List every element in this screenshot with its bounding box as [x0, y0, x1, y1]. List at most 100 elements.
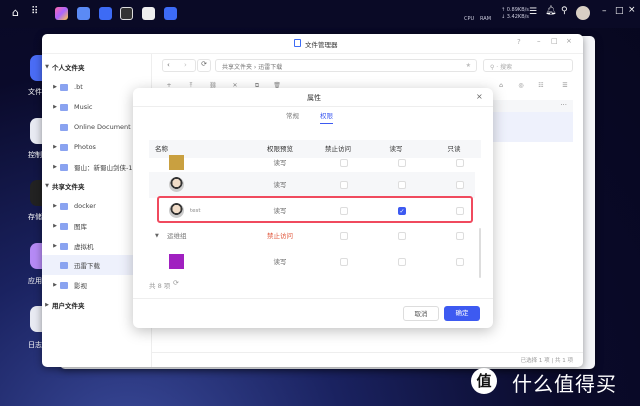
ro-checkbox[interactable] [456, 159, 464, 167]
folder-icon [60, 83, 68, 91]
share-icon[interactable]: ⌂ [494, 82, 508, 94]
ro-checkbox[interactable] [456, 232, 464, 240]
column-header: ··· [482, 100, 573, 112]
search-placeholder: 搜索 [500, 64, 513, 71]
storage-icon[interactable] [120, 7, 133, 20]
task-list-icon[interactable]: ☰ [529, 7, 537, 17]
sidebar-section-personal[interactable]: ▼ 个人文件夹 [42, 57, 152, 77]
dock-label: 文件 [28, 88, 42, 96]
dialog-close-button[interactable]: × [476, 92, 483, 101]
section-label: 共享文件夹 [52, 183, 85, 191]
permission-preview: 读写 [273, 181, 287, 189]
maximize-icon[interactable]: □ [615, 6, 624, 16]
item-label: 影视 [74, 282, 87, 290]
star-icon[interactable]: ★ [466, 62, 471, 69]
window-title: 文件管理器 [305, 41, 338, 49]
folder-icon [60, 163, 68, 171]
watermark-text: 什么值得买 [512, 372, 617, 396]
net-down: ↓ 3.42KB/s [501, 14, 529, 20]
item-label: Music [74, 103, 93, 111]
path-bar[interactable]: 共享文件夹 › 迅雷下载 ★ [215, 59, 477, 72]
user-row[interactable]: 读写 [149, 172, 475, 198]
highlight-box [157, 196, 473, 223]
folder-icon [60, 222, 68, 230]
avatar [169, 155, 184, 170]
expand-icon[interactable]: ▼ [155, 223, 159, 249]
rw-checkbox[interactable] [398, 258, 406, 266]
breadcrumb-item[interactable]: 迅雷下载 [258, 64, 282, 71]
tab-permissions[interactable]: 权限 [320, 110, 333, 124]
control-panel-icon[interactable] [142, 7, 155, 20]
sort-icon[interactable]: ☷ [534, 82, 548, 94]
group-row[interactable]: ▼ 运维组 禁止访问 [149, 223, 475, 249]
ram-gauge: RAM [480, 16, 492, 22]
close-button[interactable]: × [566, 37, 572, 45]
item-label: Photos [74, 143, 96, 151]
back-button[interactable]: ‹ [167, 61, 170, 69]
refresh-icon[interactable]: ⟳ [173, 279, 179, 287]
file-manager-icon[interactable] [99, 7, 112, 20]
dock-label: 存储 [28, 213, 42, 221]
maximize-button[interactable]: □ [551, 37, 558, 45]
section-label: 个人文件夹 [52, 64, 85, 72]
cpu-gauge: CPU [464, 16, 475, 22]
search-icon[interactable]: ⚲ [561, 6, 568, 16]
permission-preview: 禁止访问 [267, 232, 293, 240]
forward-button[interactable]: › [184, 61, 187, 69]
home-icon[interactable]: ⌂ [12, 6, 19, 19]
total-count: 共 1 项 [555, 358, 573, 364]
cancel-button[interactable]: 取消 [403, 306, 439, 321]
item-label: 蜀山：新蜀山剑侠-1 [74, 164, 133, 172]
nav-buttons: ‹ › [162, 59, 196, 72]
item-label: 虚拟机 [74, 243, 94, 251]
item-label: .bt [74, 83, 83, 91]
dialog-title: 属性 [307, 94, 321, 102]
dock-label: 控制 [28, 151, 42, 159]
folder-app-icon[interactable] [164, 7, 177, 20]
status-bar: 已选择 1 项 | 共 1 项 [152, 352, 583, 367]
more-button[interactable]: ··· [560, 101, 567, 109]
help-button[interactable]: ? [517, 38, 521, 46]
item-label: 图库 [74, 223, 87, 231]
folder-icon [60, 103, 68, 111]
section-label: 用户文件夹 [52, 302, 85, 310]
permission-preview: 读写 [273, 258, 287, 266]
deny-checkbox[interactable] [340, 258, 348, 266]
rw-checkbox[interactable] [398, 181, 406, 189]
net-up: ↑ 0.89KB/s [501, 7, 529, 13]
settings-icon[interactable]: ◎ [514, 82, 528, 94]
ok-button[interactable]: 确定 [444, 306, 480, 321]
ro-checkbox[interactable] [456, 181, 464, 189]
user-row[interactable]: 读写 [149, 249, 475, 275]
tab-general[interactable]: 常规 [286, 110, 299, 120]
folder-icon [60, 202, 68, 210]
minimize-button[interactable]: – [537, 37, 541, 45]
selected-file-row[interactable] [482, 112, 573, 142]
app-center-icon[interactable] [55, 7, 68, 20]
avatar [169, 177, 184, 192]
refresh-button[interactable]: ⟳ [197, 59, 211, 72]
folder-icon [60, 281, 68, 289]
rw-checkbox[interactable] [398, 232, 406, 240]
document-app-icon[interactable] [77, 7, 90, 20]
item-label: Online Document [74, 123, 131, 131]
ro-checkbox[interactable] [456, 258, 464, 266]
close-icon[interactable]: × [628, 5, 636, 15]
minimize-icon[interactable]: – [602, 6, 607, 16]
scrollbar[interactable] [479, 228, 481, 278]
user-avatar[interactable] [576, 6, 590, 20]
folder-icon [60, 123, 68, 131]
rw-checkbox[interactable] [398, 159, 406, 167]
group-name: 运维组 [167, 232, 187, 240]
deny-checkbox[interactable] [340, 232, 348, 240]
item-label: 迅雷下载 [74, 262, 100, 270]
deny-checkbox[interactable] [340, 159, 348, 167]
dock-label: 应用 [28, 277, 42, 285]
breadcrumb-item[interactable]: 共享文件夹 [222, 64, 252, 71]
bell-icon[interactable]: 🔔︎ [545, 6, 556, 16]
folder-icon [60, 261, 68, 269]
search-input[interactable]: ⚲ · 搜索 [483, 59, 573, 72]
view-icon[interactable]: ☰ [558, 82, 572, 94]
apps-grid-icon[interactable]: ⠿ [31, 6, 38, 17]
deny-checkbox[interactable] [340, 181, 348, 189]
